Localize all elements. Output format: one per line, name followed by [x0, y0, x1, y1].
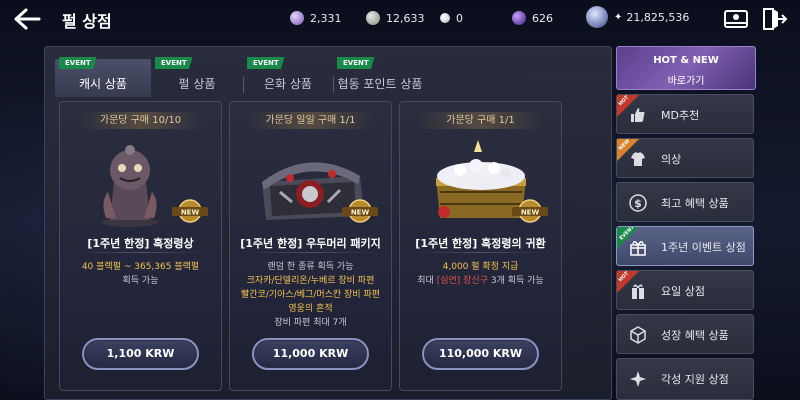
silver-coin-icon	[366, 11, 380, 25]
product-desc-line: 크자카/단델리온/누베르 장비 파편	[246, 276, 375, 286]
buy-button[interactable]: 11,000 KRW	[252, 338, 369, 370]
product-desc-line: 빨간코/기아스/베그/머스칸 장비 파편	[240, 290, 381, 300]
product-title: [1주년 한정] 흑정령의 귀환	[415, 237, 546, 250]
tab-coop-points[interactable]: EVENT 협동 포인트 상품	[333, 57, 427, 97]
product-card[interactable]: 가문당 일일 구매 1/1 NEW [1주년 한정] 우두머리 패키지 랜덤 한…	[229, 101, 392, 391]
sidebar-item-label: 요일 상점	[661, 285, 705, 298]
currency-value: 626	[532, 11, 553, 25]
product-title: [1주년 한정] 우두머리 패키지	[240, 237, 381, 250]
tab-label: 협동 포인트 상품	[337, 77, 423, 91]
dollar-icon: $	[629, 194, 647, 212]
desc-highlight-red: [심연] 장신구	[436, 276, 488, 286]
sidebar-item-label: 성장 혜택 상품	[661, 329, 729, 342]
new-badge: NEW	[512, 199, 548, 223]
mailbox-button[interactable]	[722, 6, 750, 32]
product-card[interactable]: 가문당 구매 1/1 NEW [1주년 한정] 흑정령의 귀환 4,000 펄 …	[399, 101, 562, 391]
product-desc-line: 영웅의 흔적	[288, 304, 333, 314]
category-sidebar: HOT & NEW 바로가기 HOT MD추천 NEW 의상 $ 최고 혜택 상…	[616, 46, 756, 400]
exit-button[interactable]	[760, 6, 788, 32]
currency-purple-gem: 2,331	[290, 9, 342, 27]
product-desc-line: 장비 파편 최대 7개	[274, 318, 347, 328]
tab-label: 캐시 상품	[79, 77, 127, 91]
hot-new-title: HOT & NEW	[653, 55, 719, 66]
purple-gem-icon	[290, 11, 304, 25]
back-button[interactable]	[12, 6, 42, 32]
product-desc-line: 랜덤 한 종류 획득 가능	[267, 262, 354, 272]
sidebar-item-costume[interactable]: NEW 의상	[616, 138, 754, 178]
pearl-icon	[440, 13, 450, 23]
sidebar-item-label: 1주년 이벤트 상점	[661, 241, 746, 254]
product-title: [1주년 한정] 흑정령상	[87, 237, 194, 250]
top-bar: 펄 상점 2,331 12,633 0 626 ✦ 21,825,536	[0, 0, 800, 38]
sidebar-item-md-recommend[interactable]: HOT MD추천	[616, 94, 754, 134]
event-badge: EVENT	[59, 57, 97, 69]
mailbox-icon	[724, 10, 748, 28]
currency-value: 2,331	[310, 11, 342, 25]
currency-silver-coin: 12,633	[366, 9, 425, 27]
desc-text: 3개 획득 가능	[488, 276, 544, 286]
dark-purple-gem-icon	[512, 11, 526, 25]
product-desc-line: 획득 가능	[122, 276, 159, 286]
hot-new-subtitle: 바로가기	[667, 76, 705, 87]
sidebar-item-daily-shop[interactable]: HOT 요일 상점	[616, 270, 754, 310]
event-badge: EVENT	[155, 57, 193, 69]
shop-panel: EVENT 캐시 상품 EVENT 펄 상품 EVENT 은화 상품 EVENT…	[44, 46, 612, 400]
currency-value: 21,825,536	[626, 10, 690, 24]
buy-button[interactable]: 110,000 KRW	[422, 338, 539, 370]
purchase-limit: 가문당 일일 구매 1/1	[248, 112, 373, 129]
currency-pearl: 0	[440, 9, 463, 27]
tab-label: 은화 상품	[264, 77, 312, 91]
purchase-limit: 가문당 구매 1/1	[418, 112, 543, 129]
box-icon	[630, 326, 646, 344]
currency-pearl-coin[interactable]: ✦ 21,825,536	[586, 4, 689, 30]
currency-value: 0	[456, 11, 463, 25]
product-desc-line: 40 블랙펄 ~ 365,365 블랙펄	[60, 260, 221, 274]
product-desc-line: 4,000 펄 확정 지급	[442, 262, 519, 272]
desc-highlight: 40 블랙펄 ~ 365,365 블랙펄	[81, 262, 200, 272]
event-badge: EVENT	[247, 57, 285, 69]
new-badge-label: NEW	[521, 209, 540, 217]
shop-tabs: EVENT 캐시 상품 EVENT 펄 상품 EVENT 은화 상품 EVENT…	[55, 57, 465, 97]
tab-cash[interactable]: EVENT 캐시 상품	[55, 57, 151, 97]
divider	[414, 252, 547, 253]
svg-text:$: $	[634, 197, 642, 210]
costume-icon	[631, 152, 645, 166]
sidebar-item-anniversary-event[interactable]: EVENT 1주년 이벤트 상점	[616, 226, 754, 266]
buy-button[interactable]: 1,100 KRW	[82, 338, 199, 370]
star-burst-icon	[630, 371, 646, 387]
pearl-coin-icon	[586, 6, 608, 28]
sidebar-item-best-value[interactable]: $ 최고 혜택 상품	[616, 182, 754, 222]
exit-door-icon	[763, 8, 788, 30]
new-badge: NEW	[172, 199, 208, 223]
arrow-left-icon	[14, 8, 41, 30]
sparkle-icon: ✦	[614, 11, 623, 23]
divider	[244, 252, 377, 253]
gift-icon	[630, 241, 646, 256]
gift-box-icon	[632, 284, 644, 299]
tab-pearl[interactable]: EVENT 펄 상품	[151, 57, 243, 97]
new-badge: NEW	[342, 199, 378, 223]
sidebar-item-label: 각성 지원 상점	[661, 373, 729, 386]
product-desc-line: 최대 [심연] 장신구 3개 획득 가능	[400, 274, 561, 288]
currency-value: 12,633	[386, 11, 425, 25]
sidebar-item-label: 의상	[661, 153, 682, 166]
event-badge: EVENT	[337, 57, 375, 69]
divider	[74, 252, 207, 253]
tab-silver[interactable]: EVENT 은화 상품	[243, 57, 333, 97]
sidebar-item-label: MD추천	[661, 109, 700, 122]
new-badge-label: NEW	[181, 209, 200, 217]
page-title: 펄 상점	[62, 12, 112, 31]
new-badge-label: NEW	[351, 209, 370, 217]
hot-new-shortcut[interactable]: HOT & NEW 바로가기	[616, 46, 756, 90]
sidebar-item-awakening-support[interactable]: 각성 지원 상점	[616, 358, 754, 400]
tab-label: 펄 상품	[178, 77, 216, 91]
thumbs-up-icon	[631, 108, 645, 122]
currency-dark-purple-gem: 626	[512, 9, 553, 27]
sidebar-item-growth-benefit[interactable]: 성장 혜택 상품	[616, 314, 754, 354]
purchase-limit: 가문당 구매 10/10	[78, 112, 203, 129]
sidebar-item-label: 최고 혜택 상품	[661, 197, 729, 210]
product-list: 가문당 구매 10/10 NEW [1주년 한정] 흑정령상 40 블랙펄 ~ …	[53, 101, 609, 397]
desc-text: 최대	[417, 276, 437, 286]
product-card[interactable]: 가문당 구매 10/10 NEW [1주년 한정] 흑정령상 40 블랙펄 ~ …	[59, 101, 222, 391]
